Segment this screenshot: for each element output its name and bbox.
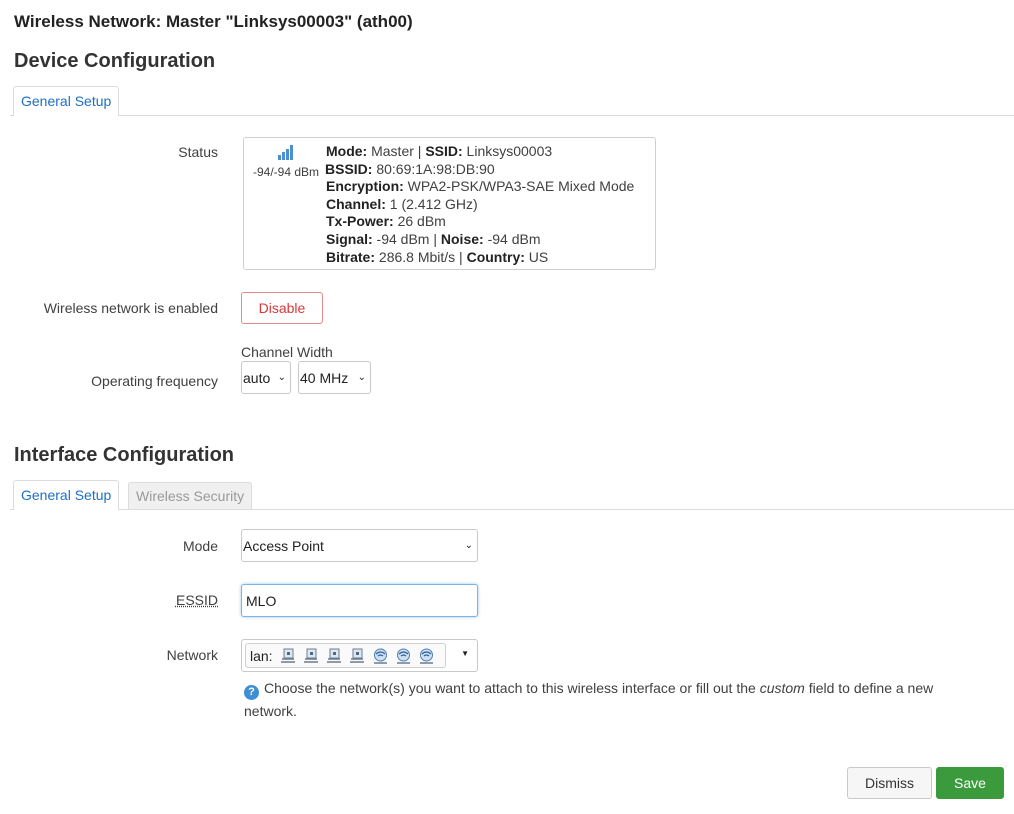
- disable-button[interactable]: Disable: [241, 292, 323, 324]
- mode-label: Mode: [182, 538, 218, 554]
- network-help-text: ? Choose the network(s) you want to attac…: [244, 680, 934, 719]
- signal-strength-icon: [278, 145, 293, 160]
- ethernet-port-icon: [349, 648, 364, 663]
- essid-input[interactable]: [241, 584, 478, 617]
- caret-down-icon: ▼: [461, 649, 469, 658]
- wifi-icon: [396, 648, 410, 664]
- status-line-channel: Channel: 1 (2.412 GHz): [326, 195, 478, 212]
- enabled-label: Wireless network is enabled: [43, 300, 218, 316]
- status-details: Mode: Master | SSID: Linksys00003 BSSID:…: [325, 143, 635, 266]
- chevron-down-icon: ⌄: [464, 540, 473, 551]
- network-select[interactable]: lan: ▼: [241, 639, 478, 672]
- tab-device-general-setup[interactable]: General Setup: [13, 86, 120, 116]
- dismiss-button[interactable]: Dismiss: [847, 767, 932, 799]
- signal-text: -94/-94 dBm: [252, 165, 320, 179]
- help-icon: ?: [244, 685, 259, 700]
- save-button[interactable]: Save: [936, 767, 1004, 799]
- chevron-down-icon: ⌄: [357, 372, 366, 383]
- frequency-select[interactable]: auto ⌄: [241, 361, 291, 394]
- status-line-txpower: Tx-Power: 26 dBm: [326, 213, 446, 230]
- status-line-bitrate: Bitrate: 286.8 Mbit/s | Country: US: [326, 248, 549, 265]
- channel-width-select[interactable]: 40 MHz ⌄: [298, 361, 371, 394]
- channel-width-value: 40 MHz: [300, 369, 349, 386]
- status-line-encryption: Encryption: WPA2-PSK/WPA3-SAE Mixed Mode: [326, 178, 635, 195]
- status-label: Status: [178, 144, 218, 160]
- device-tabs-divider: [10, 115, 1014, 116]
- wifi-icon: [373, 648, 387, 664]
- device-config-title: Device Configuration: [14, 50, 216, 72]
- chevron-down-icon: ⌄: [277, 372, 286, 383]
- frequency-label: Operating frequency: [91, 373, 218, 389]
- network-selected-item: lan:: [245, 643, 446, 668]
- ethernet-port-icon: [326, 648, 341, 663]
- mode-value: Access Point: [243, 537, 324, 554]
- tab-wireless-security[interactable]: Wireless Security: [128, 482, 253, 509]
- ethernet-port-icon: [303, 648, 318, 663]
- network-label: Network: [166, 647, 218, 663]
- page-title: Wireless Network: Master "Linksys00003" …: [14, 12, 413, 31]
- essid-label: ESSID: [175, 592, 218, 608]
- frequency-value: auto: [243, 369, 271, 386]
- status-line-signal: Signal: -94 dBm | Noise: -94 dBm: [326, 230, 541, 247]
- status-line-bssid: BSSID: 80:69:1A:98:DB:90: [325, 160, 495, 177]
- wifi-icon: [419, 648, 433, 664]
- interface-config-title: Interface Configuration: [14, 444, 235, 466]
- channel-width-label: Channel Width: [241, 344, 333, 360]
- signal-indicator: -94/-94 dBm: [248, 144, 324, 179]
- status-line-mode: Mode: Master | SSID: Linksys00003: [326, 143, 553, 159]
- mode-select[interactable]: Access Point ⌄: [241, 529, 478, 562]
- network-prefix: lan:: [250, 647, 273, 664]
- ethernet-port-icon: [280, 648, 295, 663]
- tab-interface-general-setup[interactable]: General Setup: [13, 480, 120, 510]
- interface-tabs-divider: [10, 509, 1014, 510]
- status-box: -94/-94 dBm Mode: Master | SSID: Linksys…: [243, 137, 656, 270]
